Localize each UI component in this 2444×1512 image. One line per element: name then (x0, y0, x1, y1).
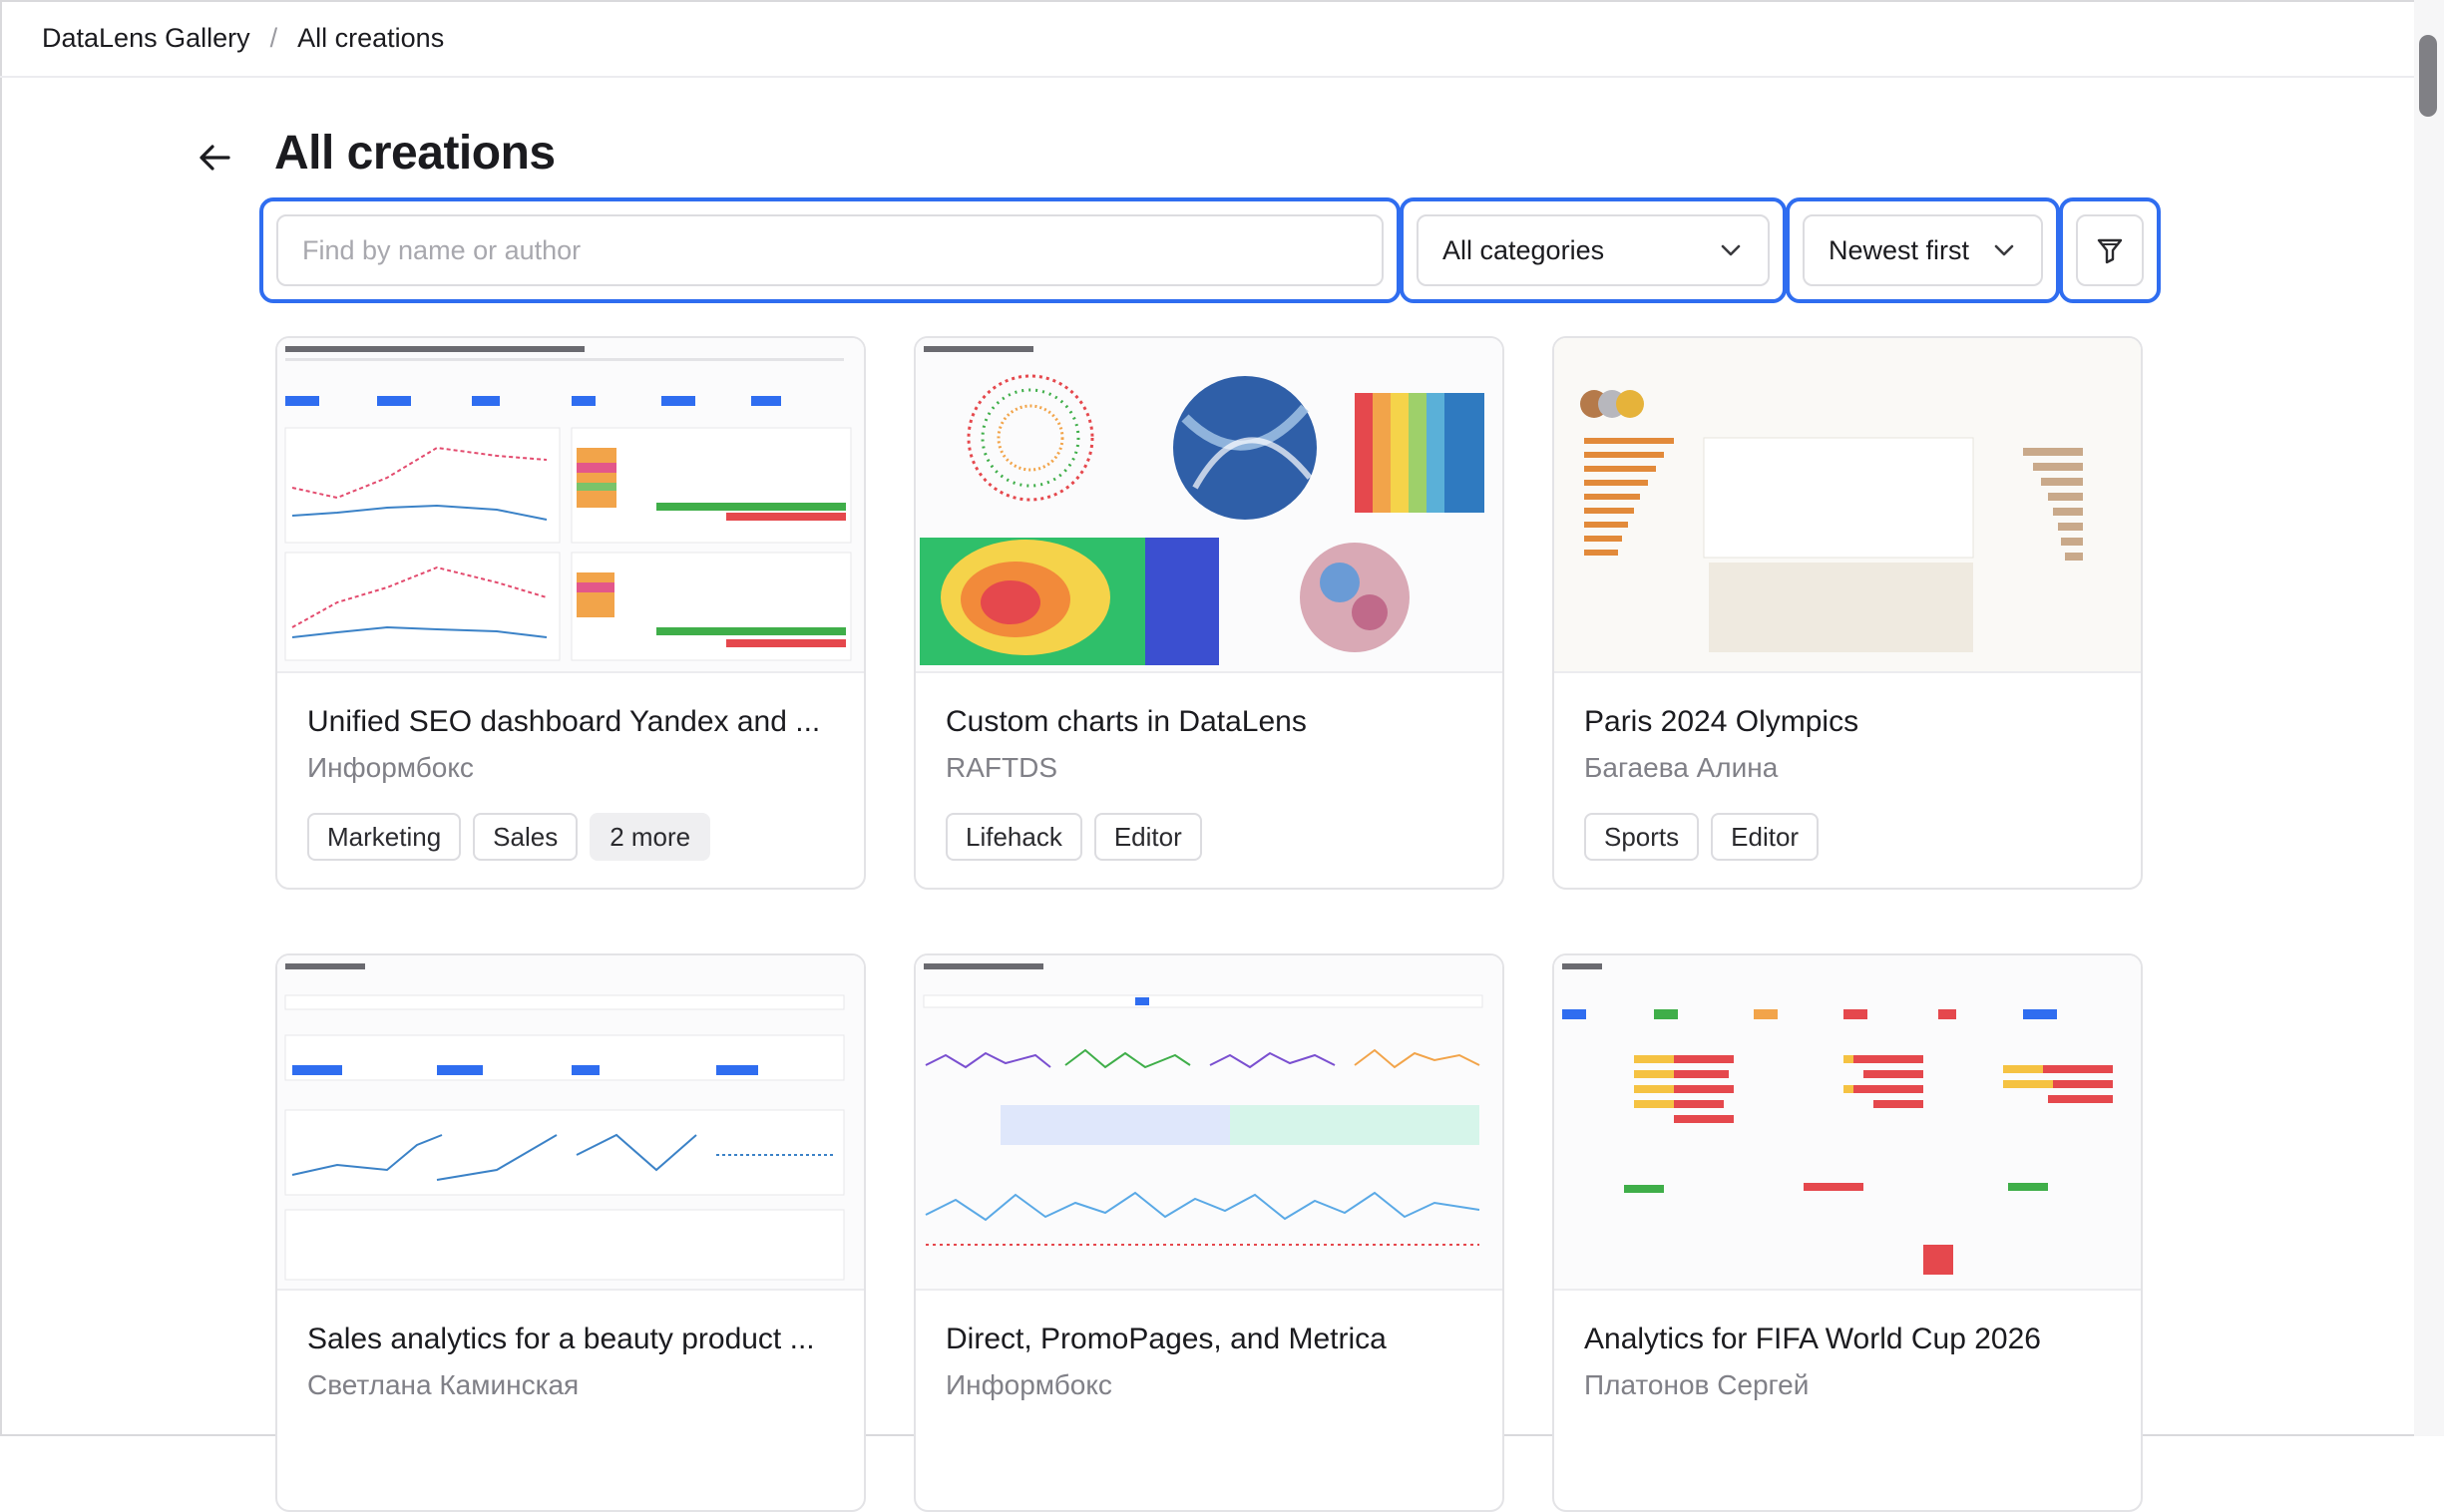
card-author: Информбокс (307, 752, 474, 783)
tag-chip[interactable]: Marketing (307, 813, 462, 861)
card-tags: Sports Editor (1584, 813, 1820, 861)
card-title: Unified SEO dashboard Yandex and ... (307, 705, 821, 738)
card-thumbnail (1554, 338, 2141, 673)
search-input[interactable] (278, 216, 1382, 284)
tag-chip[interactable]: Editor (1093, 813, 1202, 861)
card-author: Багаева Алина (1584, 752, 1779, 783)
chevron-down-icon (1721, 244, 1741, 256)
card-thumbnail (916, 338, 1502, 673)
tag-chip[interactable]: Lifehack (946, 813, 1082, 861)
arrow-left-icon (200, 145, 230, 171)
card-title: Sales analytics for a beauty product ... (307, 1323, 815, 1355)
card-author: RAFTDS (946, 752, 1057, 783)
card-tags: Lifehack Editor (946, 813, 1202, 861)
card-unified-seo[interactable]: Unified SEO dashboard Yandex and ... Инф… (275, 336, 866, 890)
filter-funnel-icon (2097, 238, 2123, 264)
card-paris-olympics[interactable]: Paris 2024 Olympics Багаева Алина Sports… (1552, 336, 2143, 890)
category-select-value: All categories (1442, 234, 1605, 265)
scrollbar-thumb[interactable] (2419, 35, 2437, 117)
breadcrumb-gallery-link[interactable]: DataLens Gallery (42, 23, 250, 54)
category-select[interactable]: All categories (1417, 214, 1770, 286)
tag-more-chip[interactable]: 2 more (590, 813, 711, 861)
search-field[interactable] (276, 214, 1384, 286)
card-fifa-2026[interactable]: Analytics for FIFA World Cup 2026 Платон… (1552, 953, 2143, 1512)
card-tags: Marketing Sales 2 more (307, 813, 711, 861)
card-author: Платонов Сергей (1584, 1369, 1810, 1400)
page-title: All creations (274, 127, 556, 180)
breadcrumb: DataLens Gallery / All creations (0, 0, 2414, 78)
card-thumbnail (916, 955, 1502, 1291)
card-direct-promopages[interactable]: Direct, PromoPages, and Metrica Информбо… (914, 953, 1504, 1512)
page-scrollbar[interactable] (2414, 0, 2444, 1436)
chevron-down-icon (1994, 244, 2014, 256)
card-title: Paris 2024 Olympics (1584, 705, 1859, 738)
card-thumbnail (277, 338, 864, 673)
card-beauty-sales[interactable]: Sales analytics for a beauty product ...… (275, 953, 866, 1512)
card-author: Информбокс (946, 1369, 1112, 1400)
breadcrumb-current: All creations (297, 22, 445, 53)
back-button[interactable] (195, 138, 234, 178)
card-author: Светлана Каминская (307, 1369, 580, 1400)
card-title: Custom charts in DataLens (946, 705, 1307, 738)
breadcrumb-separator: / (269, 22, 278, 53)
sort-select-value: Newest first (1829, 234, 1970, 265)
card-custom-charts[interactable]: Custom charts in DataLens RAFTDS Lifehac… (914, 336, 1504, 890)
tag-chip[interactable]: Sales (473, 813, 579, 861)
card-title: Analytics for FIFA World Cup 2026 (1584, 1323, 2041, 1355)
tag-chip[interactable]: Sports (1584, 813, 1700, 861)
card-title: Direct, PromoPages, and Metrica (946, 1323, 1387, 1355)
card-thumbnail (1554, 955, 2141, 1291)
filter-button[interactable] (2076, 214, 2144, 286)
sort-select[interactable]: Newest first (1803, 214, 2043, 286)
tag-chip[interactable]: Editor (1711, 813, 1820, 861)
card-thumbnail (277, 955, 864, 1291)
